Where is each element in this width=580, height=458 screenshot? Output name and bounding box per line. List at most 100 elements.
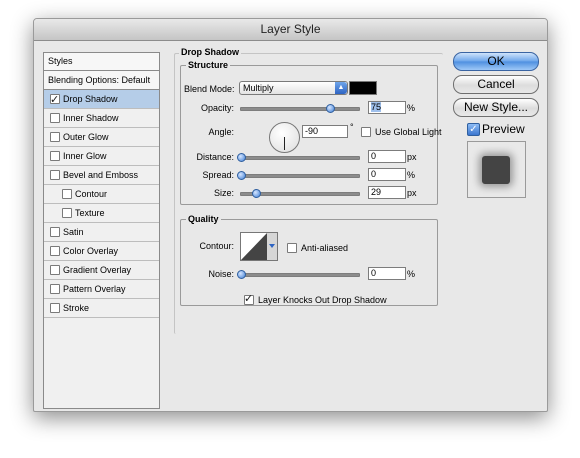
blending-options-item[interactable]: Blending Options: Default xyxy=(44,71,159,90)
style-item-label: Bevel and Emboss xyxy=(63,170,139,180)
knockout-label: Layer Knocks Out Drop Shadow xyxy=(258,295,387,305)
style-item-label: Satin xyxy=(63,227,84,237)
distance-unit: px xyxy=(407,152,417,162)
spread-slider-knob[interactable] xyxy=(237,171,246,180)
opacity-value: 75 xyxy=(371,102,382,112)
style-item-stroke[interactable]: Stroke xyxy=(44,299,159,318)
style-item-inner-glow[interactable]: Inner Glow xyxy=(44,147,159,166)
opacity-unit: % xyxy=(407,103,416,113)
style-item-label: Stroke xyxy=(63,303,90,313)
angle-input[interactable]: -90 xyxy=(302,125,348,138)
style-item-pattern-overlay[interactable]: Pattern Overlay xyxy=(44,280,159,299)
ok-button[interactable]: OK xyxy=(453,52,539,71)
distance-slider[interactable] xyxy=(237,153,360,162)
drop-shadow-panel: Drop Shadow Structure Blend Mode: Multip… xyxy=(174,46,449,396)
style-item-checkbox[interactable] xyxy=(50,246,60,256)
noise-unit: % xyxy=(407,269,416,279)
size-value: 29 xyxy=(371,187,382,197)
chevron-updown-icon: ▲ xyxy=(335,82,347,94)
opacity-slider-knob[interactable] xyxy=(325,104,335,113)
style-item-checkbox[interactable] xyxy=(50,227,60,237)
style-item-label: Drop Shadow xyxy=(63,94,118,104)
style-item-gradient-overlay[interactable]: Gradient Overlay xyxy=(44,261,159,280)
contour-picker[interactable] xyxy=(240,232,278,261)
styles-header[interactable]: Styles xyxy=(44,53,159,71)
preview-box xyxy=(467,141,526,198)
knockout-checkbox[interactable] xyxy=(244,292,254,305)
spread-label: Spread: xyxy=(202,170,234,180)
style-item-checkbox[interactable] xyxy=(50,132,60,142)
distance-slider-knob[interactable] xyxy=(237,153,246,162)
style-item-label: Contour xyxy=(75,189,108,199)
style-item-label: Gradient Overlay xyxy=(63,265,132,275)
style-item-checkbox[interactable] xyxy=(50,303,60,313)
styles-list: Styles Blending Options: Default Drop Sh… xyxy=(43,52,160,409)
style-item-inner-shadow[interactable]: Inner Shadow xyxy=(44,109,159,128)
distance-input[interactable]: 0 xyxy=(368,150,406,163)
structure-title: Structure xyxy=(186,60,231,70)
spread-unit: % xyxy=(407,170,416,180)
style-item-checkbox[interactable] xyxy=(50,265,60,275)
style-item-outer-glow[interactable]: Outer Glow xyxy=(44,128,159,147)
style-item-label: Texture xyxy=(75,208,105,218)
contour-label: Contour: xyxy=(199,241,234,251)
opacity-slider[interactable] xyxy=(240,104,360,113)
use-global-light-checkbox[interactable] xyxy=(361,127,371,137)
style-item-checkbox[interactable] xyxy=(62,189,72,199)
style-item-satin[interactable]: Satin xyxy=(44,223,159,242)
anti-aliased-checkbox[interactable] xyxy=(287,243,297,253)
angle-dial[interactable] xyxy=(269,122,300,153)
blend-mode-select[interactable]: Multiply ▲ xyxy=(239,81,348,95)
style-item-label: Inner Glow xyxy=(63,151,107,161)
size-slider[interactable] xyxy=(240,189,360,198)
style-item-bevel-and-emboss[interactable]: Bevel and Emboss xyxy=(44,166,159,185)
style-item-checkbox[interactable] xyxy=(50,284,60,294)
anti-aliased-label: Anti-aliased xyxy=(301,243,349,253)
cancel-button[interactable]: Cancel xyxy=(453,75,539,94)
opacity-input[interactable]: 75 xyxy=(368,101,406,114)
spread-slider[interactable] xyxy=(237,171,360,180)
style-item-texture[interactable]: Texture xyxy=(44,204,159,223)
angle-unit: ° xyxy=(350,122,354,132)
shadow-color-swatch[interactable] xyxy=(349,81,377,95)
angle-label: Angle: xyxy=(208,127,234,137)
style-item-checkbox[interactable] xyxy=(50,151,60,161)
size-unit: px xyxy=(407,188,417,198)
noise-slider-knob[interactable] xyxy=(237,270,246,279)
distance-label: Distance: xyxy=(196,152,234,162)
opacity-label: Opacity: xyxy=(200,103,234,113)
preview-label: Preview xyxy=(482,122,525,136)
style-item-label: Color Overlay xyxy=(63,246,119,256)
size-input[interactable]: 29 xyxy=(368,186,406,199)
size-slider-knob[interactable] xyxy=(252,189,261,198)
layer-style-dialog: Layer Style Styles Blending Options: Def… xyxy=(33,18,548,412)
blend-mode-label: Blend Mode: xyxy=(184,84,235,94)
preview-checkbox[interactable]: ✓ xyxy=(467,123,480,136)
use-global-light-label: Use Global Light xyxy=(375,127,442,137)
spread-input[interactable]: 0 xyxy=(368,168,406,181)
drop-shadow-title: Drop Shadow xyxy=(179,47,241,57)
noise-label: Noise: xyxy=(208,269,234,279)
style-item-color-overlay[interactable]: Color Overlay xyxy=(44,242,159,261)
noise-slider[interactable] xyxy=(237,270,360,279)
style-item-label: Outer Glow xyxy=(63,132,109,142)
style-item-checkbox[interactable] xyxy=(50,91,60,109)
quality-title: Quality xyxy=(186,214,221,224)
angle-value: -90 xyxy=(305,126,319,136)
style-item-checkbox[interactable] xyxy=(50,113,60,123)
style-item-contour[interactable]: Contour xyxy=(44,185,159,204)
style-item-checkbox[interactable] xyxy=(50,170,60,180)
noise-value: 0 xyxy=(371,268,377,278)
spread-value: 0 xyxy=(371,169,377,179)
noise-input[interactable]: 0 xyxy=(368,267,406,280)
style-item-drop-shadow[interactable]: Drop Shadow xyxy=(44,90,159,109)
size-label: Size: xyxy=(213,188,234,198)
new-style-button[interactable]: New Style... xyxy=(453,98,539,117)
style-item-checkbox[interactable] xyxy=(62,208,72,218)
angle-dial-needle xyxy=(284,137,285,150)
quality-group xyxy=(180,219,438,306)
preview-swatch xyxy=(482,156,510,184)
style-item-label: Pattern Overlay xyxy=(63,284,126,294)
distance-value: 0 xyxy=(371,151,377,161)
contour-curve-icon xyxy=(241,233,277,260)
